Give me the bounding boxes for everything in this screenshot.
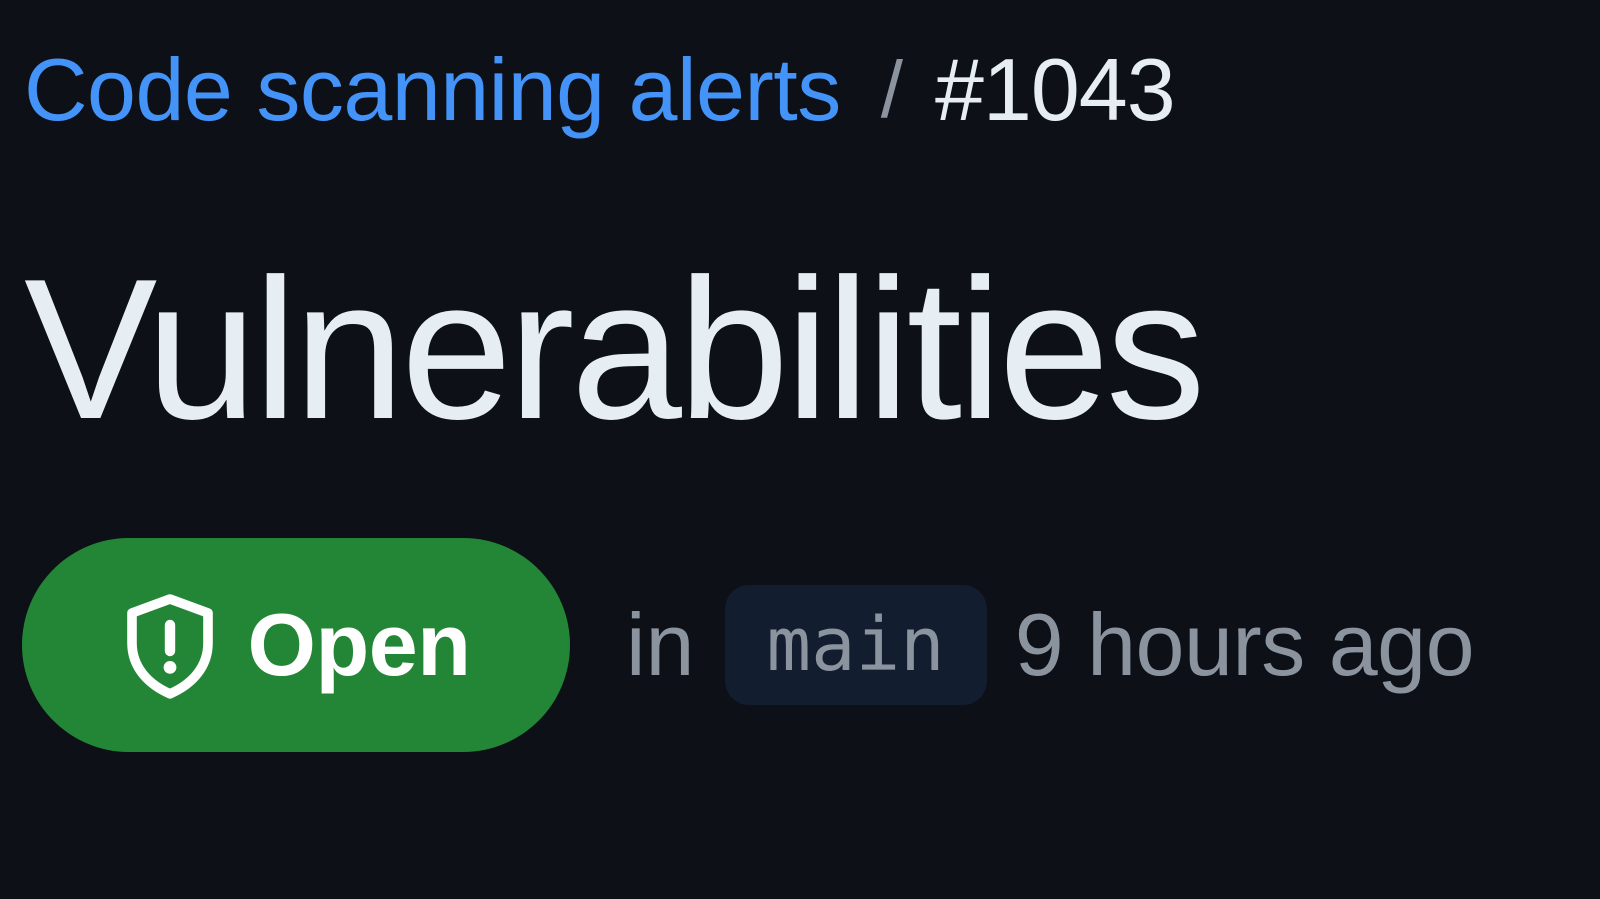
branch-name[interactable]: main — [724, 585, 987, 705]
breadcrumb-alert-number: #1043 — [934, 40, 1176, 139]
breadcrumb: Code scanning alerts / #1043 — [24, 40, 1176, 140]
relative-timestamp: 9 hours ago — [1014, 595, 1475, 694]
status-label: Open — [247, 595, 471, 694]
alert-header: Code scanning alerts / #1043 Vulnerabili… — [0, 0, 1600, 899]
shield-alert-icon — [126, 594, 213, 699]
page-title: Vulnerabilities — [24, 238, 1206, 461]
status-badge[interactable]: Open — [22, 538, 570, 752]
breadcrumb-code-scanning-alerts-link[interactable]: Code scanning alerts — [24, 40, 841, 140]
branch-prefix-text: in — [626, 595, 695, 694]
breadcrumb-separator: / — [880, 45, 903, 134]
alert-status-row: Open in main 9 hours ago — [22, 538, 1475, 752]
